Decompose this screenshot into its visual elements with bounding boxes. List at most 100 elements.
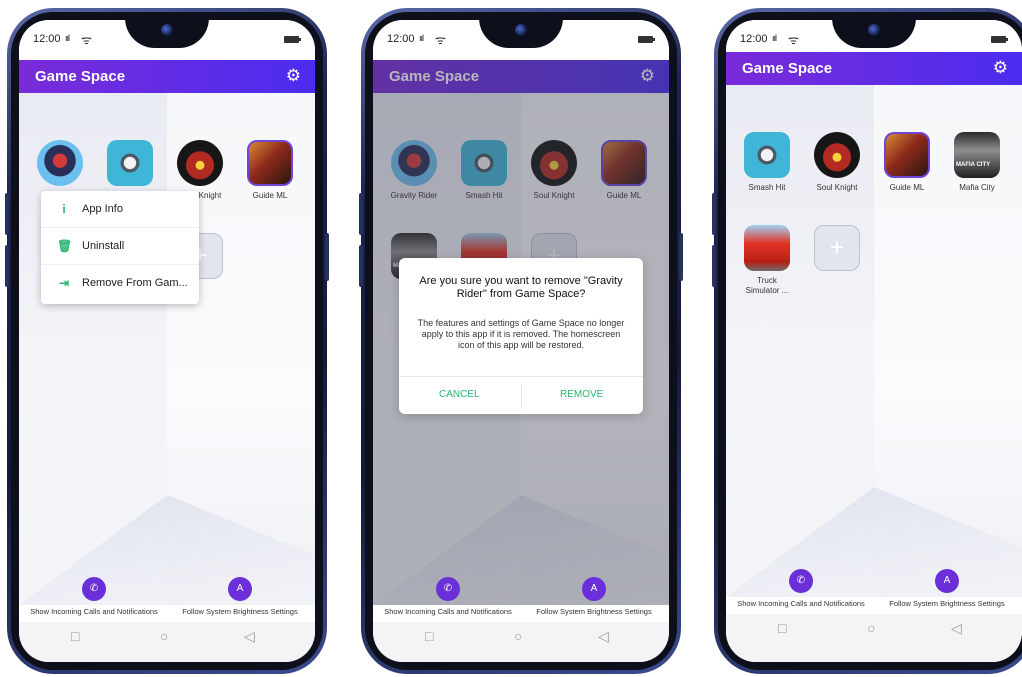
truck-simulator-icon	[744, 225, 790, 271]
soul-knight-icon	[177, 140, 223, 186]
recent-apps-icon[interactable]: □	[71, 628, 79, 644]
wifi-icon: ᯤ	[435, 33, 446, 47]
app-tile-mafia-city[interactable]: Mafia City	[944, 132, 1010, 193]
screen: 12:00 ııl ᯤ Game Space ⚙ Gravity Rider S…	[373, 20, 669, 662]
menu-item-label: Remove From Gam...	[82, 277, 188, 289]
dialog-title: Are you sure you want to remove "Gravity…	[419, 275, 623, 300]
menu-item-label: Uninstall	[82, 240, 125, 252]
battery-icon	[638, 36, 655, 43]
volume-button	[712, 245, 716, 287]
phone-call-icon: ✆	[82, 577, 106, 601]
app-tile-guide-ml[interactable]: Guide ML	[237, 140, 303, 201]
signal-icon: ııl	[65, 33, 70, 43]
brightness-icon: A	[582, 577, 606, 601]
game-grid-area: Knight Guide ML +	[19, 93, 315, 605]
trash-icon: 🗑	[57, 239, 73, 253]
comparison-stage: 12:00 ııl ᯤ Game Space ⚙ Knight Guide ML…	[0, 0, 1022, 677]
app-label: Soul Knight	[816, 183, 858, 192]
app-label: Truck Simulator ...	[745, 276, 789, 295]
front-camera	[868, 24, 880, 36]
smash-hit-icon	[107, 140, 153, 186]
brightness-toggle[interactable]: A Follow System Brightness Settings	[519, 577, 669, 616]
volume-button	[5, 193, 9, 235]
phone-call-icon: ✆	[789, 569, 813, 593]
app-tile-smash-hit[interactable]: Smash Hit	[734, 132, 800, 193]
volume-button	[712, 193, 716, 235]
guide-ml-icon	[247, 140, 293, 186]
front-camera	[515, 24, 527, 36]
home-icon[interactable]: ○	[160, 628, 168, 644]
app-tile-soul-knight[interactable]: Soul Knight	[804, 132, 870, 193]
back-icon[interactable]: ◁	[244, 628, 255, 644]
app-tile-gravity-rider[interactable]	[27, 140, 93, 186]
quick-label: Follow System Brightness Settings	[182, 607, 298, 616]
home-icon[interactable]: ○	[867, 620, 875, 636]
power-button	[679, 233, 683, 281]
add-game-button[interactable]: +	[804, 225, 870, 271]
screen: 12:00 ııl ᯤ Game Space ⚙ Smash Hit Soul …	[726, 20, 1022, 662]
app-label: Smash Hit	[748, 183, 786, 192]
brightness-toggle[interactable]: A Follow System Brightness Settings	[165, 577, 315, 616]
app-label: Guide ML	[889, 183, 925, 192]
status-time: 12:00	[740, 33, 768, 45]
back-icon[interactable]: ◁	[951, 620, 962, 636]
wifi-icon: ᯤ	[788, 33, 799, 47]
info-icon: i	[62, 202, 66, 216]
cancel-button[interactable]: CANCEL	[439, 389, 480, 400]
menu-item-app-info[interactable]: i App Info	[41, 191, 199, 228]
volume-button	[359, 245, 363, 287]
power-button	[325, 233, 329, 281]
brightness-toggle[interactable]: A Follow System Brightness Settings	[872, 569, 1022, 608]
phone-after-removal: 12:00 ııl ᯤ Game Space ⚙ Smash Hit Soul …	[712, 8, 1022, 674]
status-time: 12:00	[33, 33, 61, 45]
context-menu: i App Info 🗑 Uninstall ⇥ Remove From Gam…	[41, 191, 199, 304]
volume-button	[5, 245, 9, 287]
brightness-icon: A	[935, 569, 959, 593]
app-bar: Game Space ⚙	[19, 60, 315, 93]
remove-button[interactable]: REMOVE	[560, 389, 603, 400]
recent-apps-icon[interactable]: □	[778, 620, 786, 636]
app-bar: Game Space ⚙	[726, 52, 1022, 85]
settings-gear-icon[interactable]: ⚙	[993, 59, 1008, 76]
nav-bar: □ ○ ◁	[373, 622, 669, 652]
app-tile-smash-hit[interactable]	[97, 140, 163, 186]
menu-item-remove[interactable]: ⇥ Remove From Gam...	[41, 265, 199, 302]
recent-apps-icon[interactable]: □	[425, 628, 433, 644]
exit-icon: ⇥	[58, 276, 70, 290]
battery-icon	[991, 36, 1008, 43]
phone-remove-dialog: 12:00 ııl ᯤ Game Space ⚙ Gravity Rider S…	[359, 8, 683, 674]
incoming-calls-toggle[interactable]: ✆ Show Incoming Calls and Notifications	[373, 577, 523, 616]
quick-label: Follow System Brightness Settings	[889, 599, 1005, 608]
app-tile-truck-simulator[interactable]: Truck Simulator ...	[734, 225, 800, 296]
nav-bar: □ ○ ◁	[19, 622, 315, 652]
brightness-icon: A	[228, 577, 252, 601]
menu-item-label: App Info	[82, 203, 123, 215]
page-title: Game Space	[35, 68, 126, 85]
plus-icon: +	[829, 234, 844, 261]
guide-ml-icon	[884, 132, 930, 178]
signal-icon: ııl	[772, 33, 777, 43]
quick-label: Show Incoming Calls and Notifications	[30, 607, 158, 616]
phone-context-menu: 12:00 ııl ᯤ Game Space ⚙ Knight Guide ML…	[5, 8, 329, 674]
soul-knight-icon	[814, 132, 860, 178]
back-icon[interactable]: ◁	[598, 628, 609, 644]
menu-item-uninstall[interactable]: 🗑 Uninstall	[41, 228, 199, 265]
home-icon[interactable]: ○	[514, 628, 522, 644]
dialog-button-row: CANCEL REMOVE	[399, 376, 643, 414]
screen: 12:00 ııl ᯤ Game Space ⚙ Knight Guide ML…	[19, 20, 315, 662]
incoming-calls-toggle[interactable]: ✆ Show Incoming Calls and Notifications	[19, 577, 169, 616]
nav-bar: □ ○ ◁	[726, 614, 1022, 644]
gravity-rider-icon	[37, 140, 83, 186]
mafia-city-icon	[954, 132, 1000, 178]
app-tile-guide-ml[interactable]: Guide ML	[874, 132, 940, 193]
settings-gear-icon[interactable]: ⚙	[286, 67, 301, 84]
screen-chin	[19, 652, 315, 662]
smash-hit-icon	[744, 132, 790, 178]
add-icon: +	[814, 225, 860, 271]
incoming-calls-toggle[interactable]: ✆ Show Incoming Calls and Notifications	[726, 569, 876, 608]
screen-chin	[373, 652, 669, 662]
signal-icon: ııl	[419, 33, 424, 43]
quick-label: Follow System Brightness Settings	[536, 607, 652, 616]
status-time: 12:00	[387, 33, 415, 45]
wifi-icon: ᯤ	[81, 33, 92, 47]
